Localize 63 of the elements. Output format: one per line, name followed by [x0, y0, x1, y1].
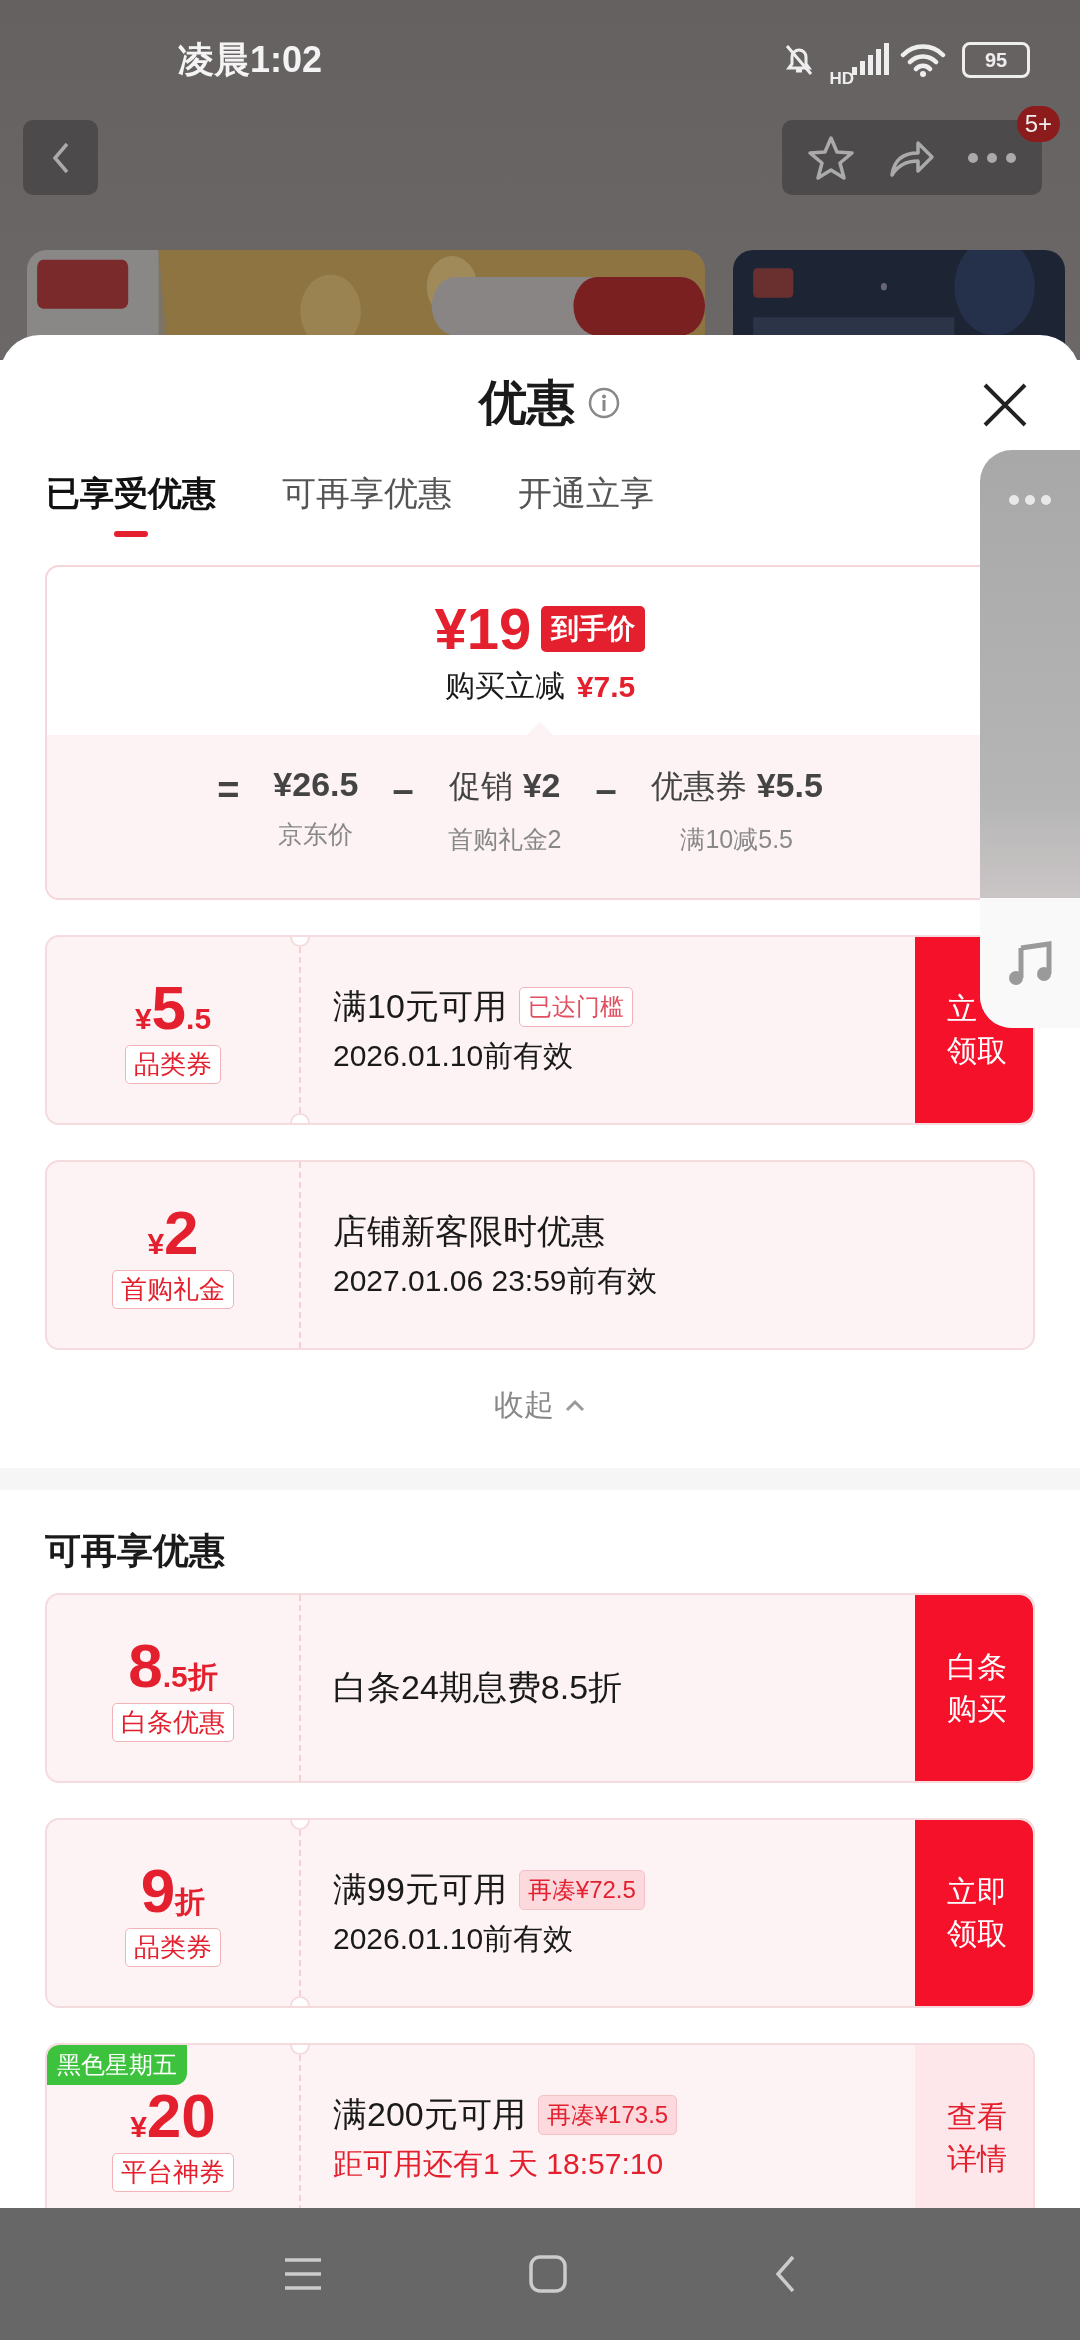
breakdown-note: 首购礼金2: [447, 824, 562, 855]
signal-icon: [852, 43, 890, 77]
music-note-icon[interactable]: [1007, 940, 1053, 986]
status-time: 凌晨1:02: [178, 37, 323, 82]
coupon-status-tag: 再凑¥173.5: [537, 2094, 678, 2135]
home-icon[interactable]: [528, 2254, 568, 2294]
back-icon[interactable]: [773, 2254, 797, 2294]
coupon-title: 满10元可用: [333, 985, 507, 1027]
tab[interactable]: 可再享优惠: [282, 470, 452, 545]
notification-badge: 5+: [1016, 106, 1060, 142]
floating-menu[interactable]: [980, 450, 1080, 1028]
operator-symbol: =: [217, 769, 240, 812]
operator-symbol: –: [595, 769, 617, 812]
sheet-title: 优惠: [479, 374, 575, 431]
coupon-amount: 9折: [140, 1859, 206, 1922]
tab[interactable]: 已享受优惠: [46, 470, 216, 545]
breakdown-label: 促销: [448, 767, 513, 806]
final-price: ¥19: [434, 595, 532, 662]
battery-icon: 95: [962, 42, 1030, 78]
collapse-button[interactable]: 收起: [488, 1350, 592, 1460]
breakdown-label: 优惠券: [650, 767, 747, 806]
back-button[interactable]: [23, 120, 98, 195]
coupon-amount: 8.5折: [128, 1634, 218, 1697]
operator-symbol: –: [392, 769, 414, 812]
coupon-action-button[interactable]: 立即 领取: [915, 1820, 1033, 2006]
coupon-amount: ¥2: [147, 1201, 199, 1264]
coupon-type-tag: 品类券: [125, 1927, 221, 1967]
breakdown-value: ¥2: [522, 766, 561, 805]
coupon-action-button[interactable]: 查看 详情: [915, 2045, 1033, 2208]
price-tag: 到手价: [541, 605, 646, 652]
menu-icon[interactable]: [283, 2256, 323, 2292]
coupon-status-tag: 再凑¥72.5: [518, 1869, 645, 1910]
coupon-validity: 2027.01.06 23:59前有效: [333, 1262, 658, 1299]
breakdown-value: ¥26.5: [273, 765, 359, 804]
coupon-validity: 2026.01.10前有效: [333, 1920, 575, 1957]
breakdown-note: 京东价: [278, 819, 354, 850]
coupon-amount: ¥5.5: [134, 976, 212, 1039]
coupon-title: 满99元可用: [333, 1868, 507, 1910]
coupon-type-tag: 品类券: [125, 1044, 221, 1084]
coupon-type-tag: 首购礼金: [112, 1269, 234, 1309]
close-icon[interactable]: [982, 382, 1028, 428]
network-label: HD: [829, 69, 854, 89]
coupon-type-tag: 白条优惠: [112, 1702, 234, 1742]
coupon-amount: ¥20: [130, 2084, 216, 2147]
chevron-up-icon: [564, 1398, 586, 1412]
coupon-action-button[interactable]: 白条 购买: [915, 1595, 1033, 1781]
wifi-icon: [900, 42, 946, 78]
tab[interactable]: 开通立享: [518, 470, 654, 545]
event-ribbon: 黑色星期五: [47, 2045, 187, 2085]
more-icon[interactable]: [1008, 494, 1052, 506]
coupon-status-tag: 已达门槛: [518, 986, 633, 1027]
coupon-title: 店铺新客限时优惠: [333, 1210, 605, 1252]
coupon-validity: 2026.01.10前有效: [333, 1037, 575, 1074]
coupon-title: 白条24期息费8.5折: [333, 1667, 623, 1708]
breakdown-value: ¥5.5: [756, 766, 823, 805]
breakdown-note: 满10减5.5: [680, 824, 793, 855]
info-icon[interactable]: [587, 385, 621, 420]
coupon-title: 满200元可用: [333, 2093, 526, 2135]
saving-amount: ¥7.5: [576, 669, 636, 704]
section-title: 可再享优惠: [44, 1529, 226, 1573]
coupon-type-tag: 平台神券: [112, 2152, 234, 2192]
saving-label: 购买立减: [444, 668, 565, 704]
coupon-validity: 距可用还有1 天 18:57:10: [333, 2145, 665, 2182]
